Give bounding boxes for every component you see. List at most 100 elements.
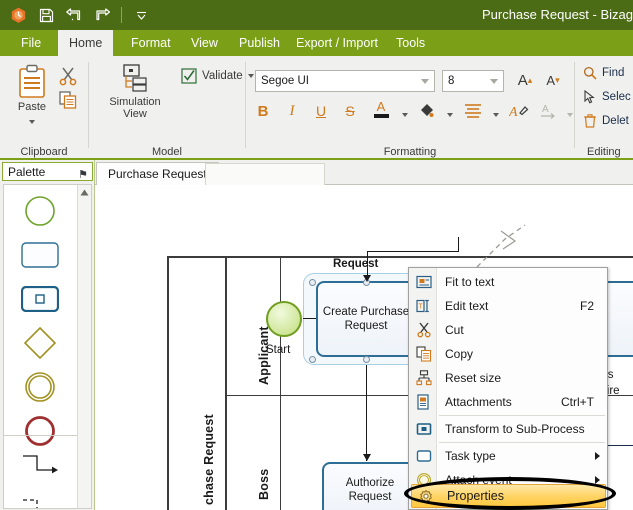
font-name-combo[interactable]: Segoe UI bbox=[255, 70, 435, 92]
redo-icon[interactable] bbox=[89, 3, 115, 27]
tab-file[interactable]: File bbox=[10, 30, 52, 56]
menu-item-edit-text[interactable]: T Edit text F2 bbox=[410, 294, 608, 318]
task-create-purchase-request[interactable]: Create Purchase Request bbox=[316, 281, 416, 357]
delete-button[interactable]: Delet bbox=[583, 114, 629, 128]
ribbon-group-model: Simulation View Validate Model bbox=[89, 56, 254, 160]
scroll-up-icon[interactable] bbox=[78, 185, 91, 200]
validate-label: Validate bbox=[202, 70, 243, 82]
submenu-arrow-attach-event[interactable] bbox=[595, 476, 600, 484]
font-name-value: Segoe UI bbox=[261, 75, 309, 87]
pool-label-divider bbox=[225, 256, 227, 510]
tab-view[interactable]: View bbox=[180, 30, 229, 56]
tab-tools[interactable]: Tools bbox=[385, 30, 436, 56]
document-tab-strip: Purchase Request bbox=[95, 160, 633, 185]
svg-text:T: T bbox=[418, 304, 423, 311]
ribbon-group-label-model: Model bbox=[152, 146, 182, 158]
delete-label: Delet bbox=[602, 115, 629, 127]
tab-strip-filler bbox=[205, 163, 325, 185]
simulation-view-label-line2: View bbox=[123, 108, 147, 120]
italic-button[interactable]: I bbox=[281, 100, 303, 122]
font-color-button[interactable]: A bbox=[370, 98, 392, 120]
font-name-caret[interactable] bbox=[421, 79, 429, 84]
palette-start-event[interactable] bbox=[4, 189, 76, 233]
palette-gateway[interactable] bbox=[4, 321, 76, 365]
menu-item-copy[interactable]: Copy bbox=[410, 342, 608, 366]
tab-publish[interactable]: Publish bbox=[228, 30, 291, 56]
task-authorize-request[interactable]: Authorize Request bbox=[322, 462, 418, 510]
cursor-select-icon bbox=[584, 90, 595, 104]
paste-button[interactable]: Paste bbox=[8, 64, 56, 127]
fit-to-text-icon bbox=[414, 272, 434, 292]
cut-button[interactable] bbox=[58, 66, 78, 86]
menu-item-transform-to-sub-process[interactable]: Transform to Sub-Process bbox=[410, 417, 608, 441]
underline-button[interactable]: U bbox=[310, 100, 332, 122]
save-icon[interactable] bbox=[33, 3, 59, 27]
find-button[interactable]: Find bbox=[583, 66, 624, 80]
ribbon-group-clipboard: Paste Clipboard bbox=[0, 56, 88, 160]
flow-label-request: Request bbox=[333, 258, 379, 270]
tab-home[interactable]: Home bbox=[58, 30, 114, 56]
font-size-combo[interactable]: 8 bbox=[442, 70, 504, 92]
tab-export-import[interactable]: Export / Import bbox=[285, 30, 389, 56]
align-caret[interactable] bbox=[485, 104, 507, 126]
menu-label-reset-size: Reset size bbox=[445, 371, 502, 385]
svg-text:A: A bbox=[542, 104, 549, 115]
menu-item-properties[interactable]: Properties bbox=[411, 484, 606, 508]
palette-intermediate-event[interactable] bbox=[4, 365, 76, 409]
flow-into-create-horizontal bbox=[367, 251, 459, 253]
context-menu[interactable]: Fit to text T Edit text F2 Cut Copy Rese… bbox=[408, 267, 608, 510]
submenu-arrow-task-type[interactable] bbox=[595, 452, 600, 460]
menu-shortcut-edit-text: F2 bbox=[579, 299, 594, 313]
font-size-caret[interactable] bbox=[490, 79, 498, 84]
simulation-view-button[interactable]: Simulation View bbox=[99, 64, 171, 120]
menu-item-fit-to-text[interactable]: Fit to text bbox=[410, 270, 608, 294]
document-tab-purchase-request[interactable]: Purchase Request bbox=[96, 162, 219, 185]
flow-arrowhead-3 bbox=[363, 454, 371, 461]
trash-icon bbox=[584, 114, 596, 128]
font-color-caret[interactable] bbox=[394, 104, 416, 126]
copy-button[interactable] bbox=[58, 90, 78, 110]
strikethrough-button[interactable]: S bbox=[339, 100, 361, 122]
lane-label-boss: Boss bbox=[257, 468, 271, 500]
start-event[interactable] bbox=[266, 301, 302, 337]
customize-quick-access-icon[interactable] bbox=[128, 3, 154, 27]
fill-color-caret[interactable] bbox=[439, 104, 461, 126]
palette-message-flow[interactable] bbox=[4, 487, 76, 508]
start-event-icon bbox=[25, 196, 55, 226]
tab-format[interactable]: Format bbox=[120, 30, 182, 56]
gear-icon bbox=[416, 487, 436, 507]
bold-button[interactable]: B bbox=[252, 100, 274, 122]
menu-item-reset-size[interactable]: Reset size bbox=[410, 366, 608, 390]
format-painter-button[interactable]: A bbox=[508, 100, 530, 122]
resize-handle-bc[interactable] bbox=[363, 356, 370, 363]
resize-handle-tl[interactable] bbox=[309, 279, 316, 286]
svg-text:A: A bbox=[509, 105, 518, 120]
align-button[interactable] bbox=[462, 100, 484, 122]
bizagi-logo-icon[interactable] bbox=[5, 3, 31, 27]
grow-font-button[interactable]: A ▴ bbox=[514, 69, 536, 91]
palette-task[interactable] bbox=[4, 233, 76, 277]
palette-scrollbar[interactable] bbox=[77, 185, 91, 508]
shrink-font-button[interactable]: A ▾ bbox=[542, 69, 564, 91]
palette-list bbox=[3, 184, 92, 509]
select-button[interactable]: Selec bbox=[583, 90, 631, 104]
align-icon bbox=[465, 104, 481, 118]
paste-dropdown-caret[interactable] bbox=[29, 120, 35, 124]
ribbon: Paste Clipboard Simulation View Validate… bbox=[0, 56, 633, 160]
edit-text-icon: T bbox=[414, 296, 434, 316]
quick-access-toolbar bbox=[0, 3, 154, 27]
undo-icon[interactable] bbox=[61, 3, 87, 27]
font-color-label: A bbox=[376, 99, 386, 114]
menu-item-task-type[interactable]: Task type bbox=[410, 444, 608, 468]
menu-item-attachments[interactable]: Attachments Ctrl+T bbox=[410, 390, 608, 414]
pin-icon[interactable]: ⚑ bbox=[78, 166, 88, 184]
clear-format-button[interactable]: A bbox=[538, 100, 560, 122]
validate-button[interactable]: Validate bbox=[181, 68, 254, 84]
resize-handle-bl[interactable] bbox=[309, 356, 316, 363]
menu-label-fit-to-text: Fit to text bbox=[445, 275, 495, 289]
palette-sub-process[interactable] bbox=[4, 277, 76, 321]
select-label: Selec bbox=[602, 91, 631, 103]
fill-color-button[interactable] bbox=[416, 100, 438, 122]
menu-item-cut[interactable]: Cut bbox=[410, 318, 608, 342]
palette-sequence-flow[interactable] bbox=[4, 443, 76, 487]
